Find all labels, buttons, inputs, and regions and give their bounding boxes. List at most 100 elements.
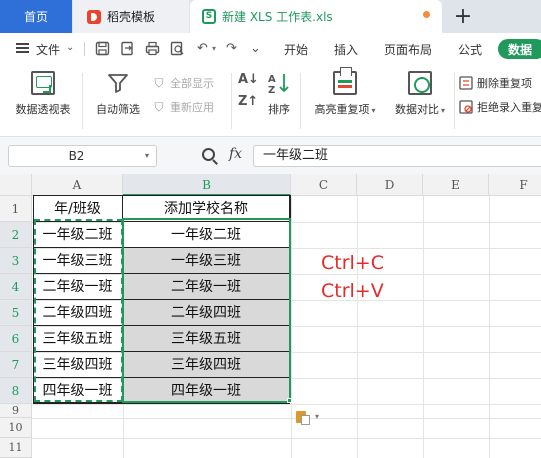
select-all-corner[interactable]: [0, 174, 32, 196]
row-header-8[interactable]: 8: [0, 378, 32, 404]
highlight-duplicates-button[interactable]: 高亮重复项 ▾: [308, 67, 382, 117]
data-compare-chevron-icon[interactable]: ▾: [441, 106, 445, 115]
menu-start[interactable]: 开始: [284, 41, 308, 58]
reject-duplicates-icon: [459, 100, 473, 114]
row-header-5[interactable]: 5: [0, 300, 32, 326]
chevron-down-icon[interactable]: ⌄: [66, 42, 74, 53]
row-header-9[interactable]: 9: [0, 404, 32, 418]
row-header-11[interactable]: 11: [0, 438, 32, 458]
cell-a6[interactable]: 三年级五班: [33, 326, 123, 352]
autofilter-button[interactable]: 自动筛选: [90, 71, 146, 117]
cell-a3[interactable]: 一年级三班: [33, 248, 123, 274]
print-preview-icon[interactable]: [170, 41, 185, 56]
paste-options-icon[interactable]: [296, 410, 312, 425]
row-header-6[interactable]: 6: [0, 326, 32, 352]
reject-duplicates-button[interactable]: 拒绝录入重复项: [459, 99, 541, 115]
tab-file[interactable]: S 新建 XLS 工作表.xls: [190, 0, 442, 33]
ribbon-divider: [231, 73, 232, 129]
sort-ascending-button[interactable]: A↓: [238, 73, 259, 87]
menu-formula[interactable]: 公式: [458, 41, 482, 58]
formula-input[interactable]: 一年级二班: [253, 145, 541, 167]
filter-clear-icon: ⛉: [154, 76, 164, 90]
column-header-e[interactable]: E: [423, 174, 489, 196]
highlight-duplicates-icon: [333, 67, 357, 95]
cell-b6[interactable]: 三年级五班: [123, 326, 290, 352]
unsaved-dot-icon: [423, 11, 430, 18]
menu-page-layout[interactable]: 页面布局: [384, 41, 432, 58]
print-icon[interactable]: [145, 41, 160, 56]
cell-b4[interactable]: 二年级一班: [123, 274, 290, 300]
name-box[interactable]: B2: [8, 145, 157, 167]
ribbon-divider: [82, 73, 83, 129]
name-box-chevron-icon[interactable]: ▾: [145, 151, 149, 160]
sort-label: 排序: [268, 103, 290, 116]
more-chevron-icon[interactable]: ⌄: [248, 41, 263, 56]
function-icon[interactable]: fx: [229, 146, 242, 162]
highlight-duplicates-label: 高亮重复项: [314, 103, 370, 116]
new-tab-button[interactable]: +: [452, 2, 474, 30]
row-header-4[interactable]: 4: [0, 274, 32, 300]
annotation-ctrl-v: Ctrl+V: [321, 280, 384, 302]
cell-b1[interactable]: 添加学校名称: [123, 196, 290, 222]
reapply-label: 重新应用: [170, 101, 214, 114]
cell-b7[interactable]: 三年级四班: [123, 352, 290, 378]
column-header-c[interactable]: C: [291, 174, 357, 196]
row-header-3[interactable]: 3: [0, 248, 32, 274]
pivot-table-button[interactable]: 数据透视表: [10, 71, 76, 117]
redo-icon[interactable]: ↷: [224, 41, 239, 56]
zoom-icon[interactable]: [202, 148, 215, 161]
menu-data[interactable]: 数据: [498, 39, 541, 59]
undo-chevron-icon[interactable]: ▾: [212, 44, 216, 53]
cell-b2[interactable]: 一年级二班: [123, 222, 290, 248]
sort-button[interactable]: AZ 排序: [262, 71, 296, 117]
sort-descending-button[interactable]: Z↑: [238, 95, 258, 109]
ribbon: 数据透视表 自动筛选 ⛉ 全部显示 ⛉ 重新应用 A↓ Z↑ AZ 排序 高亮重…: [0, 65, 541, 137]
filter-icon: [106, 71, 130, 95]
export-pdf-icon[interactable]: [120, 41, 135, 56]
save-icon[interactable]: [95, 41, 110, 56]
cell-a4[interactable]: 二年级一班: [33, 274, 123, 300]
spreadsheet-grid[interactable]: A B C D E F 1 2 3 4 5 6 7 8 9 10 11 年/班级…: [0, 174, 541, 458]
menu-file[interactable]: 文件: [36, 41, 60, 58]
data-compare-icon: [408, 71, 432, 95]
tab-bar: 首页 稻壳模板 S 新建 XLS 工作表.xls +: [0, 0, 541, 33]
cell-a8[interactable]: 四年级一班: [33, 378, 123, 404]
row-header-10[interactable]: 10: [0, 418, 32, 438]
remove-duplicates-button[interactable]: 删除重复项: [459, 75, 532, 91]
tab-file-label: 新建 XLS 工作表.xls: [222, 10, 333, 24]
column-header-d[interactable]: D: [357, 174, 423, 196]
ribbon-divider: [300, 73, 301, 129]
column-header-f[interactable]: F: [489, 174, 541, 196]
reapply-button[interactable]: ⛉ 重新应用: [152, 99, 214, 115]
cell-a7[interactable]: 三年级四班: [33, 352, 123, 378]
row-header-2[interactable]: 2: [0, 222, 32, 248]
ribbon-divider: [454, 73, 455, 129]
cell-b3[interactable]: 一年级三班: [123, 248, 290, 274]
show-all-label: 全部显示: [170, 77, 214, 90]
sort-icon: AZ: [267, 71, 291, 96]
cell-a1[interactable]: 年/班级: [33, 196, 123, 222]
row-header-7[interactable]: 7: [0, 352, 32, 378]
fill-handle[interactable]: [287, 398, 292, 403]
cell-a5[interactable]: 二年级四班: [33, 300, 123, 326]
gridline: [123, 404, 124, 458]
menu-insert[interactable]: 插入: [334, 41, 358, 58]
undo-icon[interactable]: ↶: [195, 41, 210, 56]
column-header-a[interactable]: A: [32, 174, 123, 196]
row-header-1[interactable]: 1: [0, 196, 32, 222]
remove-duplicates-label: 删除重复项: [477, 77, 532, 90]
tab-templates[interactable]: 稻壳模板: [73, 0, 189, 33]
data-compare-button[interactable]: 数据对比 ▾: [389, 71, 451, 117]
cell-b5[interactable]: 二年级四班: [123, 300, 290, 326]
cell-a2[interactable]: 一年级二班: [33, 222, 123, 248]
tab-home[interactable]: 首页: [0, 0, 72, 33]
highlight-duplicates-chevron-icon[interactable]: ▾: [371, 106, 375, 115]
svg-text:Z: Z: [268, 85, 275, 95]
show-all-button[interactable]: ⛉ 全部显示: [152, 75, 214, 91]
hamburger-icon[interactable]: [16, 43, 29, 53]
reject-duplicates-label: 拒绝录入重复项: [477, 101, 541, 114]
paste-options-chevron-icon[interactable]: ▾: [315, 412, 319, 421]
column-header-b[interactable]: B: [123, 174, 291, 196]
filter-refresh-icon: ⛉: [154, 100, 164, 114]
cell-b8[interactable]: 四年级一班: [123, 378, 290, 404]
